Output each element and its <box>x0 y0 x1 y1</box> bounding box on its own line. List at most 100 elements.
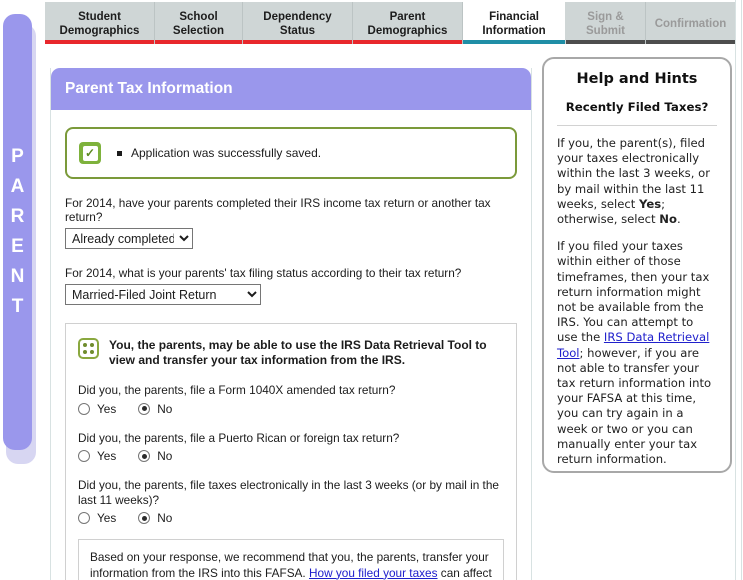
radio-option-yes[interactable]: Yes <box>78 402 116 416</box>
tab-underline <box>353 40 462 44</box>
radio-label: No <box>157 511 172 525</box>
tab-underline <box>155 40 242 44</box>
tab-school-selection[interactable]: School Selection <box>155 2 243 44</box>
radio-option-no[interactable]: No <box>138 511 172 525</box>
tab-parent-demographics[interactable]: Parent Demographics <box>353 2 463 44</box>
radio-question-text: Did you, the parents, file a Form 1040X … <box>78 383 504 398</box>
rail-letter: T <box>12 292 24 322</box>
tab-label-line1: Financial <box>489 10 539 24</box>
tab-label-line1: School <box>179 10 217 24</box>
rail-letter: R <box>11 202 25 232</box>
tab-label-line1: Dependency <box>263 10 331 24</box>
fafsa-page: Student Demographics School Selection De… <box>0 0 743 580</box>
success-alert: ✓ Application was successfully saved. <box>65 127 517 179</box>
help-p1-yes: Yes <box>639 197 661 211</box>
how-you-filed-your-taxes-link[interactable]: How you filed your taxes <box>309 566 438 580</box>
completed-return-select[interactable]: Already completed Will file Not going to… <box>65 228 193 249</box>
help-divider <box>557 125 717 126</box>
page-edge-line-outer <box>741 0 742 580</box>
radio-question-recently-filed: Did you, the parents, file taxes electro… <box>78 478 504 525</box>
card-header: Parent Tax Information <box>51 68 531 110</box>
help-and-hints-panel: Help and Hints Recently Filed Taxes? If … <box>542 57 732 473</box>
rail-letter: A <box>11 172 25 202</box>
progress-tabbar: Student Demographics School Selection De… <box>45 2 735 44</box>
tab-label-line1: Sign & <box>587 10 623 24</box>
radio-indicator[interactable] <box>78 450 90 462</box>
tab-label-line1: Student <box>78 10 121 24</box>
dot <box>90 343 94 347</box>
tab-underline <box>463 40 565 44</box>
main-content-card: Parent Tax Information ✓ Application was… <box>50 68 532 580</box>
irs-data-retrieval-panel: You, the parents, may be able to use the… <box>65 323 517 580</box>
radio-indicator[interactable] <box>138 403 150 415</box>
rail-letter: N <box>11 262 25 292</box>
radio-group: Yes No <box>78 449 504 463</box>
dot <box>83 343 87 347</box>
page-title: Parent Tax Information <box>65 80 233 98</box>
radio-question-1040x: Did you, the parents, file a Form 1040X … <box>78 383 504 416</box>
tab-underline <box>243 40 352 44</box>
radio-option-yes[interactable]: Yes <box>78 511 116 525</box>
tab-label-line2: Demographics <box>60 24 140 38</box>
drt-heading-row: You, the parents, may be able to use the… <box>78 338 504 368</box>
rail-letter: E <box>11 232 24 262</box>
tab-financial-information[interactable]: Financial Information <box>463 2 566 44</box>
recommendation-paragraph-1: Based on your response, we recommend tha… <box>90 550 492 580</box>
rail-body: P A R E N T <box>3 14 32 450</box>
radio-label: Yes <box>97 449 116 463</box>
four-dots-icon <box>78 338 99 359</box>
radio-label: No <box>157 449 172 463</box>
dot <box>90 350 94 354</box>
radio-label: Yes <box>97 511 116 525</box>
tab-label-line2: Information <box>482 24 545 38</box>
radio-indicator[interactable] <box>138 450 150 462</box>
radio-question-text: Did you, the parents, file taxes electro… <box>78 478 504 507</box>
question-label: For 2014, what is your parents' tax fili… <box>65 266 517 280</box>
help-p1-c: . <box>677 212 681 226</box>
radio-label: Yes <box>97 402 116 416</box>
help-p1-a: If you, the parent(s), filed your taxes … <box>557 136 710 211</box>
radio-group: Yes No <box>78 402 504 416</box>
rail-letter: P <box>11 142 24 172</box>
tab-label-line1: Confirmation <box>655 17 727 31</box>
radio-option-no[interactable]: No <box>138 449 172 463</box>
question-label: For 2014, have your parents completed th… <box>65 196 517 224</box>
help-paragraph-1: If you, the parent(s), filed your taxes … <box>557 136 717 227</box>
tab-sign-and-submit[interactable]: Sign & Submit <box>566 2 646 44</box>
bullet-marker <box>117 151 122 156</box>
dot <box>83 350 87 354</box>
parent-section-rail: P A R E N T <box>0 2 42 574</box>
help-p1-no: No <box>659 212 677 226</box>
radio-indicator[interactable] <box>78 512 90 524</box>
question-filing-status: For 2014, what is your parents' tax fili… <box>65 266 517 305</box>
card-body: ✓ Application was successfully saved. Fo… <box>51 110 531 580</box>
radio-question-text: Did you, the parents, file a Puerto Rica… <box>78 431 504 446</box>
radio-group: Yes No <box>78 511 504 525</box>
help-p2-a: If you filed your taxes within either of… <box>557 239 709 344</box>
success-message: Application was successfully saved. <box>131 146 321 160</box>
help-paragraph-2: If you filed your taxes within either of… <box>557 239 717 467</box>
filing-status-select[interactable]: Married-Filed Joint Return Single Head o… <box>65 284 261 305</box>
tab-label-line2: Selection <box>173 24 224 38</box>
checkmark-glyph: ✓ <box>83 146 98 161</box>
tab-label-line1: Parent <box>390 10 426 24</box>
tab-label-line2: Submit <box>586 24 625 38</box>
help-body: If you, the parent(s), filed your taxes … <box>557 136 717 467</box>
radio-question-foreign-return: Did you, the parents, file a Puerto Rica… <box>78 431 504 464</box>
tab-underline <box>566 40 645 44</box>
tab-confirmation[interactable]: Confirmation <box>646 2 735 44</box>
drt-heading-text: You, the parents, may be able to use the… <box>109 338 504 368</box>
tab-dependency-status[interactable]: Dependency Status <box>243 2 353 44</box>
help-subtitle: Recently Filed Taxes? <box>557 100 717 114</box>
recommendation-box: Based on your response, we recommend tha… <box>78 539 504 580</box>
tab-underline <box>646 40 735 44</box>
radio-indicator[interactable] <box>78 403 90 415</box>
tab-underline <box>45 40 154 44</box>
radio-option-yes[interactable]: Yes <box>78 449 116 463</box>
tab-student-demographics[interactable]: Student Demographics <box>45 2 155 44</box>
tab-label-line2: Demographics <box>368 24 448 38</box>
question-completed-return: For 2014, have your parents completed th… <box>65 196 517 249</box>
checkmark-icon: ✓ <box>79 142 101 164</box>
radio-indicator[interactable] <box>138 512 150 524</box>
radio-option-no[interactable]: No <box>138 402 172 416</box>
